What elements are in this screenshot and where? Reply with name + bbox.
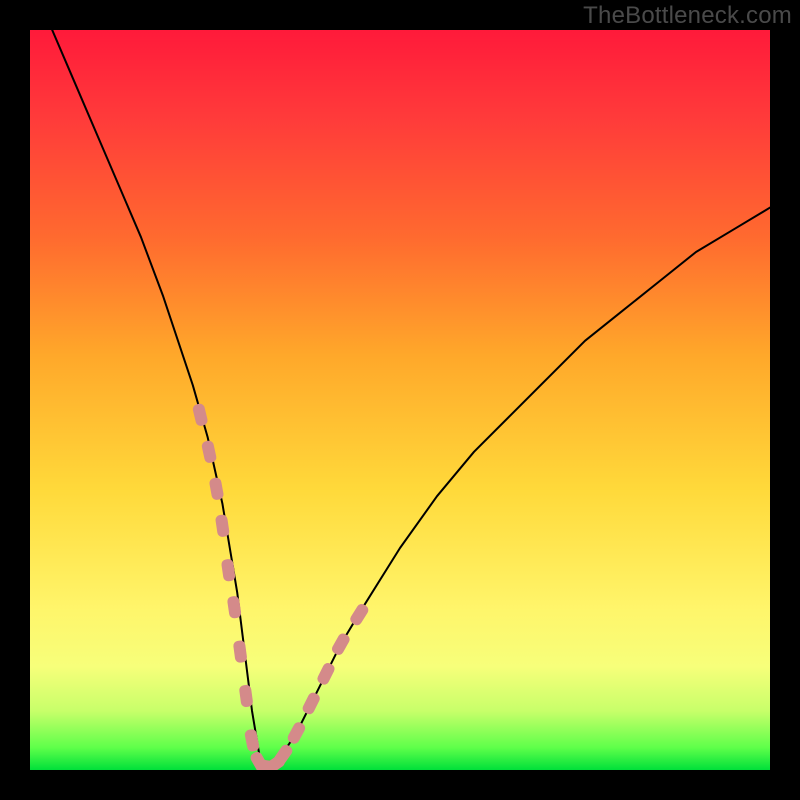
optimum-marker [192,403,209,427]
optimum-marker [227,595,242,619]
optimum-marker [201,440,217,464]
optimum-marker [330,632,351,657]
optimum-markers-group [192,403,370,770]
optimum-marker [286,720,307,745]
watermark-label: TheBottleneck.com [583,2,792,30]
optimum-marker [209,477,225,501]
optimum-marker [215,514,230,538]
optimum-marker [244,728,260,752]
optimum-marker [316,661,337,686]
chart-canvas: TheBottleneck.com [0,0,800,800]
plot-area [30,30,770,770]
optimum-marker [221,558,236,582]
optimum-marker [301,691,322,716]
optimum-marker [262,754,287,770]
optimum-marker [348,602,370,627]
optimum-marker [233,640,248,663]
optimum-marker [249,750,270,770]
curve-bottleneck-curve [52,30,770,770]
optimum-marker [255,759,279,770]
optimum-marker [272,743,294,768]
optimum-marker [239,684,254,707]
chart-overlay [30,30,770,770]
